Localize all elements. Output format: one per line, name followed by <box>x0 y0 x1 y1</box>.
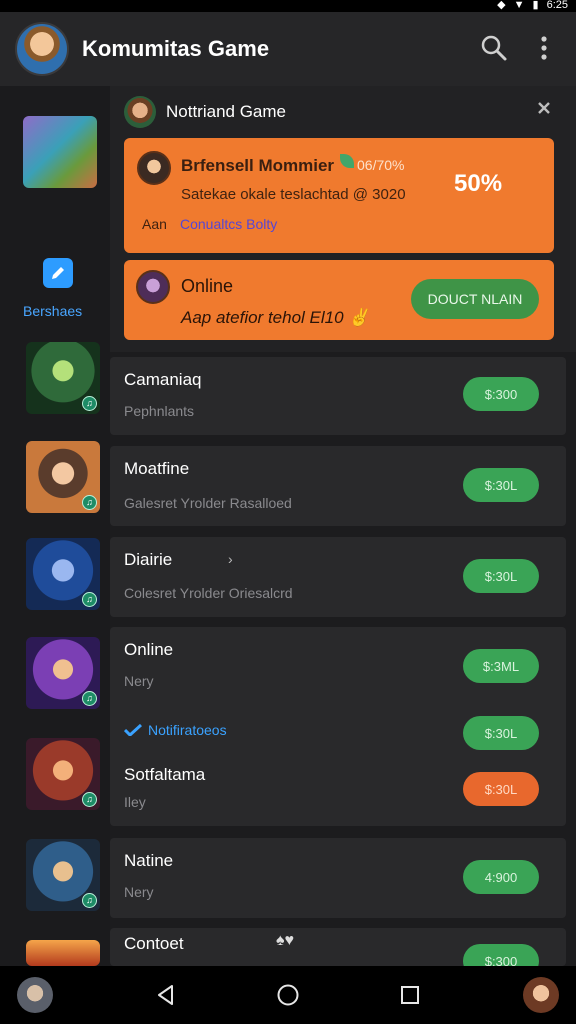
notification-meta: 06/70% <box>357 157 405 173</box>
game-thumbnail[interactable]: ♫ <box>26 342 100 414</box>
sidebar-item-label[interactable]: Bershaes <box>23 303 82 319</box>
game-thumbnail[interactable]: ♫ <box>26 637 100 709</box>
notification-panel: Nottriand Game Brfensell Mommier 06/70% … <box>110 86 576 352</box>
game-thumbnail[interactable] <box>23 116 97 188</box>
avatar[interactable] <box>17 977 53 1013</box>
price-button[interactable]: $:30L <box>463 716 539 750</box>
wifi-icon: ▼ <box>513 0 525 11</box>
heart-icon[interactable]: ♠♥ <box>276 932 294 950</box>
notification-card[interactable]: Online Aap atefior tehol El10 ✌ DOUCT NL… <box>124 260 554 340</box>
status-bar: ◆ ▼ ▮ 6:25 <box>0 0 576 12</box>
signal-icon: ◆ <box>497 0 506 11</box>
chevron-right-icon: › <box>228 551 233 567</box>
home-icon[interactable] <box>275 982 301 1008</box>
status-time: 6:25 <box>546 0 568 11</box>
game-thumbnail[interactable]: ♫ <box>26 738 100 810</box>
game-thumbnail[interactable] <box>26 940 100 966</box>
recents-icon[interactable] <box>397 982 423 1008</box>
notification-text: Aap atefior tehol El10 ✌ <box>181 308 370 327</box>
list-item-title: Contoet <box>124 934 184 953</box>
list-item-subtitle: Galesret Yrolder Rasalloed <box>124 495 292 511</box>
game-thumbnail[interactable]: ♫ <box>26 538 100 610</box>
notification-sub-prefix: Aan <box>142 216 167 232</box>
list-item[interactable]: Moatfine Galesret Yrolder Rasalloed $:30… <box>110 446 566 526</box>
list-item[interactable]: Camaniaq Pephnlants $:300 <box>110 357 566 435</box>
battery-icon: ▮ <box>532 0 539 11</box>
more-vert-icon[interactable] <box>530 34 558 62</box>
notification-tag[interactable]: Notifiratoeos <box>124 722 227 738</box>
avatar[interactable] <box>523 977 559 1013</box>
badge-icon: ♫ <box>82 495 97 510</box>
price-button[interactable]: $:300 <box>463 377 539 411</box>
list-item-title: Sotfaltama <box>124 765 206 784</box>
list-item[interactable]: Diairie › Colesret Yrolder Oriesalcrd $:… <box>110 537 566 617</box>
list-item-title: Diairie <box>124 550 173 569</box>
list-item-title: Moatfine <box>124 459 190 478</box>
badge-icon: ♫ <box>82 396 97 411</box>
app-title: Komumitas Game <box>82 36 270 61</box>
price-button[interactable]: $:3ML <box>463 649 539 683</box>
list-item-subtitle: Nery <box>124 673 154 689</box>
system-nav-bar <box>0 966 576 1024</box>
leaf-icon <box>340 154 354 168</box>
list-item-subtitle: Nery <box>124 884 154 900</box>
badge-icon: ♫ <box>82 691 97 706</box>
panel-title: Nottriand Game <box>166 102 286 121</box>
notification-link[interactable]: Conualtcs Bolty <box>180 216 277 232</box>
notification-tag-label: Notifiratoeos <box>148 722 227 738</box>
notification-title: Brfensell Mommier <box>181 156 335 175</box>
avatar <box>137 151 171 185</box>
price-button[interactable]: $:30L <box>463 559 539 593</box>
game-thumbnail[interactable]: ♫ <box>26 441 100 513</box>
price-button[interactable]: 4:900 <box>463 860 539 894</box>
price-button[interactable]: $:300 <box>463 944 539 966</box>
game-thumbnail[interactable]: ♫ <box>26 839 100 911</box>
avatar <box>124 96 156 128</box>
notification-action-button[interactable]: DOUCT NLAIN <box>411 279 539 319</box>
search-icon[interactable] <box>480 34 508 62</box>
list-item[interactable]: Natine Nery 4:900 <box>110 838 566 918</box>
app-bar: Komumitas Game <box>0 12 576 86</box>
notification-percent: 50% <box>454 170 503 197</box>
list-item-title: Natine <box>124 851 174 870</box>
list-item[interactable]: Contoet ♠♥ $:300 <box>110 928 566 966</box>
back-icon[interactable] <box>153 982 179 1008</box>
avatar <box>136 270 170 304</box>
notification-title: Online <box>181 276 234 296</box>
badge-icon: ♫ <box>82 792 97 807</box>
sidebar <box>0 86 110 966</box>
app-logo <box>15 22 69 76</box>
check-icon <box>124 724 142 736</box>
list-item-subtitle: Colesret Yrolder Oriesalcrd <box>124 585 293 601</box>
edit-icon[interactable] <box>43 258 73 288</box>
list-item-title: Camaniaq <box>124 370 202 389</box>
list-item-subtitle: Iley <box>124 794 146 810</box>
list-item[interactable]: Online Nery $:3ML Notifiratoeos $:30L So… <box>110 627 566 826</box>
notification-card[interactable]: Brfensell Mommier 06/70% Satekae okale t… <box>124 138 554 253</box>
notification-text: Satekae okale teslachtad @ 3020 <box>181 186 406 203</box>
list-item-title: Online <box>124 640 174 659</box>
price-button[interactable]: $:30L <box>463 468 539 502</box>
badge-icon: ♫ <box>82 592 97 607</box>
list-item-subtitle: Pephnlants <box>124 403 195 419</box>
price-button[interactable]: $:30L <box>463 772 539 806</box>
close-icon[interactable] <box>534 98 554 118</box>
badge-icon: ♫ <box>82 893 97 908</box>
